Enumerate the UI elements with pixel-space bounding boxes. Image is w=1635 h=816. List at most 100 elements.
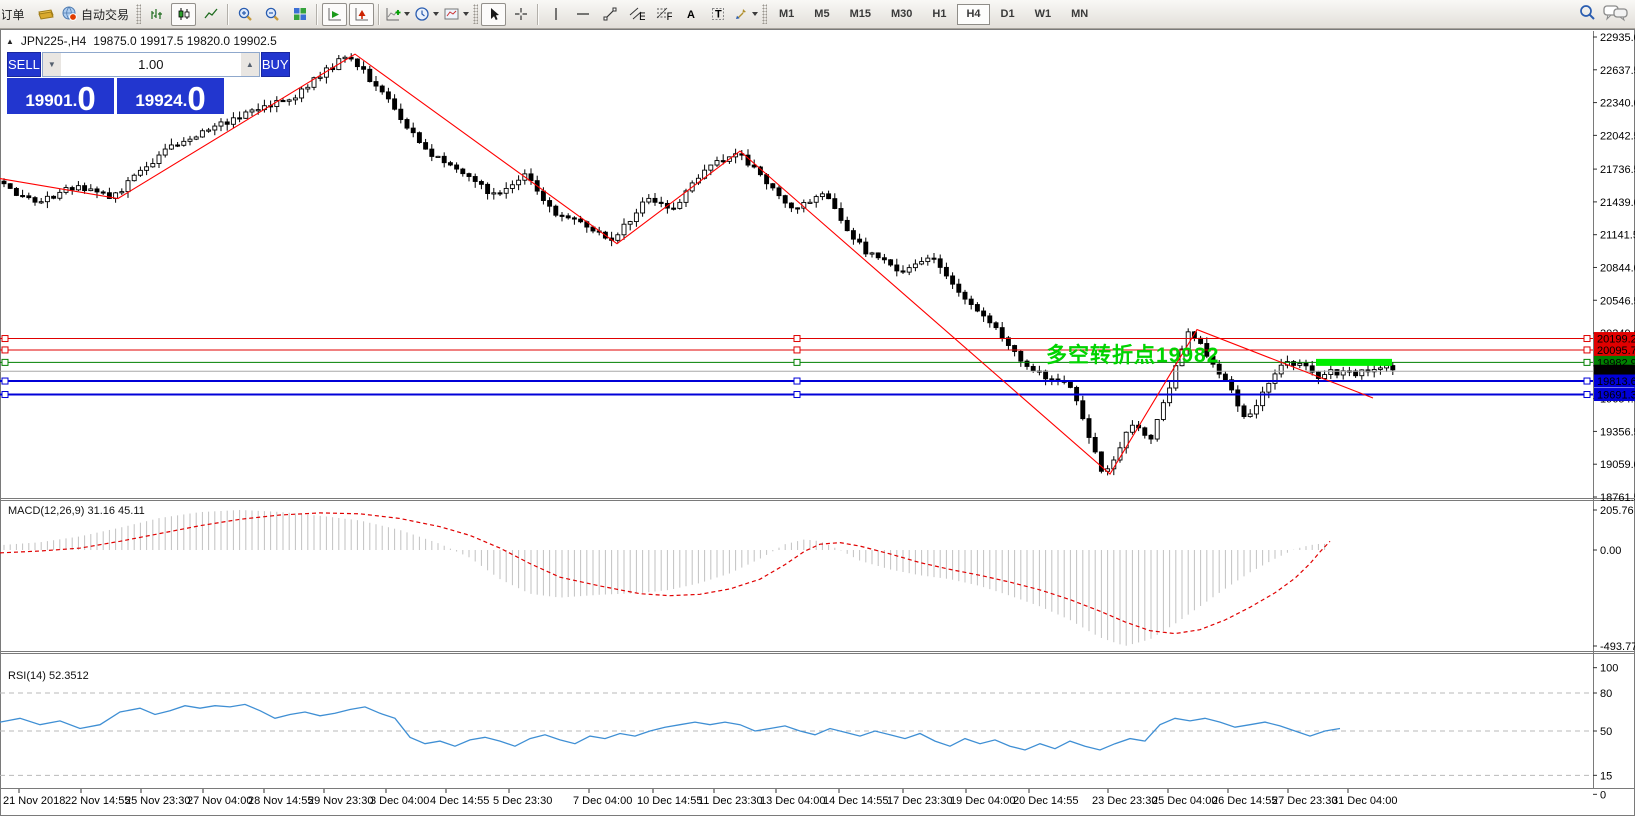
line-handle[interactable] xyxy=(1584,336,1590,342)
line-handle[interactable] xyxy=(2,336,8,342)
candle-body xyxy=(814,197,818,203)
line-handle[interactable] xyxy=(1584,359,1590,365)
trendline-button[interactable] xyxy=(597,3,622,26)
macd-axis-label: 205.76 xyxy=(1600,505,1634,517)
crosshair-button[interactable] xyxy=(508,3,533,26)
chat-icon[interactable] xyxy=(1603,4,1629,22)
candle-body xyxy=(579,219,583,222)
rsi-axis-label: 15 xyxy=(1600,770,1612,782)
timeframe-button-m15[interactable]: M15 xyxy=(841,4,880,25)
timeframe-button-h1[interactable]: H1 xyxy=(923,4,955,25)
timeframe-button-mn[interactable]: MN xyxy=(1062,4,1097,25)
candle xyxy=(634,209,638,227)
candle xyxy=(393,94,397,110)
arrows-button[interactable] xyxy=(732,3,759,26)
candle xyxy=(1025,359,1029,369)
search-icon[interactable] xyxy=(1578,3,1597,22)
timeframe-button-m1[interactable]: M1 xyxy=(770,4,803,25)
chart-shift-button[interactable] xyxy=(349,3,374,26)
timeframe-button-h4[interactable]: H4 xyxy=(957,4,989,25)
cursor-button[interactable] xyxy=(481,3,506,26)
periods-dropdown-caret[interactable] xyxy=(433,12,439,16)
candle-body xyxy=(944,267,948,276)
candle xyxy=(895,259,899,277)
timeframe-button-w1[interactable]: W1 xyxy=(1026,4,1061,25)
timeframe-button-m5[interactable]: M5 xyxy=(805,4,838,25)
candle xyxy=(876,252,880,260)
toolbar-drag-handle[interactable] xyxy=(473,4,478,24)
highlight-level-bar[interactable] xyxy=(1316,359,1392,366)
buy-price[interactable]: 19924 . 0 xyxy=(117,78,224,114)
text-button[interactable]: A xyxy=(678,3,703,26)
timeframe-button-m30[interactable]: M30 xyxy=(882,4,921,25)
zoom-in-button[interactable] xyxy=(233,3,258,26)
candle-body xyxy=(1050,379,1054,380)
line-chart-button[interactable] xyxy=(198,3,223,26)
candle xyxy=(1056,374,1060,385)
sell-price[interactable]: 19901 . 0 xyxy=(7,78,114,114)
horizontal-line-button[interactable] xyxy=(570,3,595,26)
candle-body xyxy=(225,122,229,124)
auto-trading-button[interactable]: 自动交易 xyxy=(60,3,133,26)
candle-body xyxy=(1000,328,1004,338)
text-label-button[interactable]: T xyxy=(705,3,730,26)
line-handle[interactable] xyxy=(2,378,8,384)
templates-dropdown-caret[interactable] xyxy=(463,12,469,16)
candle xyxy=(132,174,136,182)
indicators-button[interactable] xyxy=(384,3,411,26)
toolbar-separator xyxy=(316,4,318,25)
text-icon: A xyxy=(683,6,699,22)
history-icon[interactable] xyxy=(33,3,58,26)
new-order-button[interactable]: 订单 xyxy=(1,3,31,26)
toolbar: 订单 自动交易 xyxy=(0,0,1635,29)
panel-collapse-icon[interactable]: ▲ xyxy=(6,37,14,46)
candle xyxy=(926,255,930,266)
line-handle[interactable] xyxy=(794,392,800,398)
line-handle[interactable] xyxy=(794,336,800,342)
line-handle[interactable] xyxy=(794,378,800,384)
periods-button[interactable] xyxy=(413,3,440,26)
line-handle[interactable] xyxy=(2,347,8,353)
auto-scroll-button[interactable] xyxy=(322,3,347,26)
vertical-line-button[interactable] xyxy=(543,3,568,26)
line-handle[interactable] xyxy=(794,347,800,353)
bar-chart-button[interactable] xyxy=(144,3,169,26)
candle xyxy=(820,191,824,200)
timeframe-group: M1M5M15M30H1H4D1W1MN xyxy=(769,4,1098,25)
candle-body xyxy=(219,122,223,126)
indicators-dropdown-caret[interactable] xyxy=(404,12,410,16)
tile-windows-button[interactable] xyxy=(287,3,312,26)
volume-decrease-button[interactable]: ▼ xyxy=(43,53,61,76)
sell-button[interactable]: SELL xyxy=(7,52,41,77)
candle-body xyxy=(430,149,434,156)
line-handle[interactable] xyxy=(2,359,8,365)
fibonacci-button[interactable]: F xyxy=(651,3,676,26)
line-handle[interactable] xyxy=(2,392,8,398)
toolbar-drag-handle[interactable] xyxy=(136,4,141,24)
candle-body xyxy=(827,194,831,199)
line-handle[interactable] xyxy=(794,359,800,365)
equidistant-channel-button[interactable]: E xyxy=(624,3,649,26)
candle xyxy=(293,95,297,105)
candle xyxy=(386,88,390,103)
buy-button[interactable]: BUY xyxy=(261,52,290,77)
volume-input[interactable] xyxy=(61,53,241,76)
line-handle[interactable] xyxy=(1584,392,1590,398)
chart-canvas[interactable]: 22935.022637.522340.022042.521736.521439… xyxy=(0,0,1635,816)
candle-body xyxy=(467,174,471,177)
templates-button[interactable] xyxy=(442,3,470,26)
arrows-dropdown-caret[interactable] xyxy=(752,12,758,16)
candlestick-chart-button[interactable] xyxy=(171,3,196,26)
gold-book-icon xyxy=(37,6,55,22)
candle-body xyxy=(957,284,961,292)
candle xyxy=(1099,451,1103,473)
line-handle[interactable] xyxy=(1584,378,1590,384)
zoom-out-button[interactable] xyxy=(260,3,285,26)
volume-increase-button[interactable]: ▲ xyxy=(241,53,259,76)
candle-body xyxy=(1174,366,1178,388)
candle-body xyxy=(833,199,837,209)
candle xyxy=(151,158,155,167)
toolbar-drag-handle[interactable] xyxy=(762,4,767,24)
timeframe-button-d1[interactable]: D1 xyxy=(992,4,1024,25)
line-handle[interactable] xyxy=(1584,347,1590,353)
